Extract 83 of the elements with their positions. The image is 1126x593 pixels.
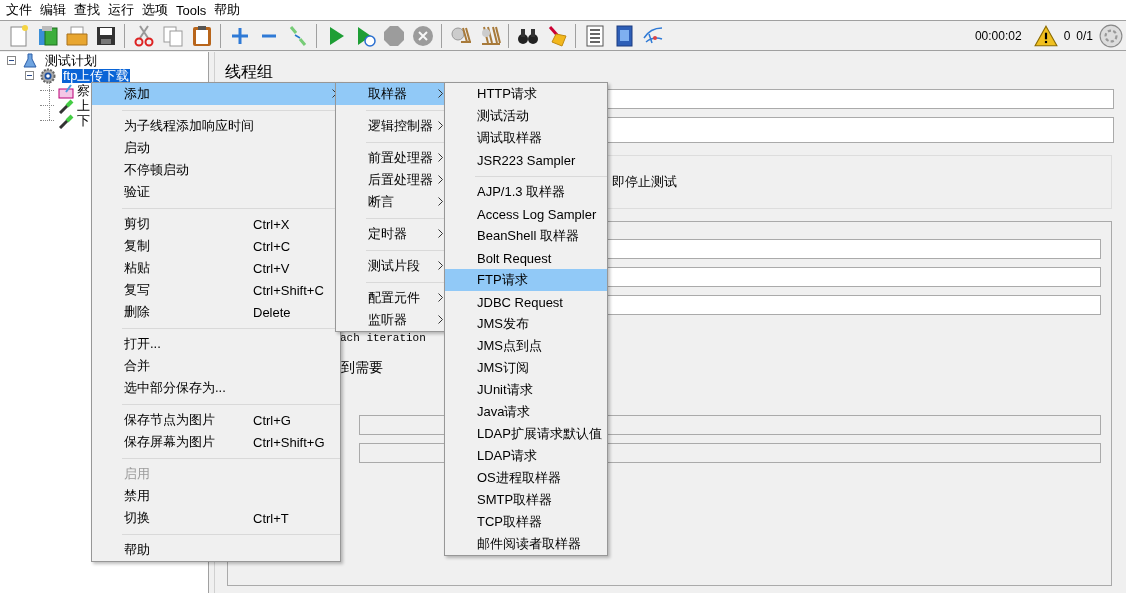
menu-item[interactable]: 测试活动 bbox=[445, 105, 607, 127]
tree-item[interactable]: 下 bbox=[76, 113, 91, 128]
menu-item[interactable]: SMTP取样器 bbox=[445, 489, 607, 511]
menu-item[interactable]: 配置元件 bbox=[336, 287, 446, 309]
menu-item[interactable]: JSR223 Sampler bbox=[445, 149, 607, 171]
shortcut-label: Ctrl+V bbox=[253, 260, 290, 276]
menu-item[interactable]: OS进程取样器 bbox=[445, 467, 607, 489]
delay-label: 到需要 bbox=[341, 358, 383, 376]
elapsed-time: 00:00:02 bbox=[974, 28, 1022, 43]
menu-item[interactable]: 禁用 bbox=[92, 485, 340, 507]
gear-icon bbox=[40, 67, 56, 84]
menu-item[interactable]: 帮助 bbox=[210, 1, 245, 19]
menu-item[interactable]: LDAP扩展请求默认值 bbox=[445, 423, 607, 445]
shortcut-label: Ctrl+X bbox=[253, 216, 290, 232]
flask-icon bbox=[22, 52, 38, 69]
menu-item[interactable]: 帮助 bbox=[92, 539, 340, 561]
menu-item[interactable]: 邮件阅读者取样器 bbox=[445, 533, 607, 555]
warning-icon bbox=[1033, 23, 1058, 48]
menu-item[interactable]: 打开... bbox=[92, 333, 340, 355]
panel-title: 线程组 bbox=[225, 62, 274, 82]
collapse-icon[interactable] bbox=[24, 71, 34, 80]
chevron-icon bbox=[438, 315, 443, 324]
menu-item[interactable]: JDBC Request bbox=[445, 291, 607, 313]
menu-item[interactable]: 调试取样器 bbox=[445, 127, 607, 149]
menu-item[interactable]: JMS点到点 bbox=[445, 335, 607, 357]
shortcut-label: Ctrl+C bbox=[253, 238, 291, 254]
menu-item[interactable]: 查找 bbox=[70, 1, 104, 19]
tree-item[interactable]: ftp上传下载 bbox=[62, 68, 131, 83]
chart-icon bbox=[58, 82, 74, 99]
menu-item[interactable]: 逻辑控制器 bbox=[336, 115, 446, 137]
menu-item[interactable]: 测试片段 bbox=[336, 255, 446, 277]
menu-item[interactable]: 监听器 bbox=[336, 309, 446, 331]
menu-item[interactable]: LDAP请求 bbox=[445, 445, 607, 467]
menu-item[interactable]: 定时器 bbox=[336, 223, 446, 245]
warning-count: 0 bbox=[1063, 28, 1071, 43]
menu-item[interactable]: 运行 bbox=[104, 1, 138, 19]
loop-label: ach iteration bbox=[340, 332, 427, 344]
menu-item[interactable]: JMS订阅 bbox=[445, 357, 607, 379]
menu-item[interactable]: 保存节点为图片 Ctrl+G bbox=[92, 409, 340, 431]
menu-item[interactable]: 编辑 bbox=[36, 1, 70, 19]
menu-item[interactable]: Bolt Request bbox=[445, 247, 607, 269]
tree-item[interactable]: 测试计划 bbox=[44, 53, 98, 68]
chevron-icon bbox=[438, 229, 443, 238]
pipette-icon bbox=[58, 97, 74, 114]
menu-item[interactable]: 切换 Ctrl+T bbox=[92, 507, 340, 529]
chevron-icon bbox=[438, 293, 443, 302]
shortcut-label: Ctrl+Shift+C bbox=[253, 282, 324, 298]
pipette-icon bbox=[58, 112, 74, 129]
shortcut-label: Delete bbox=[253, 304, 291, 320]
tree-item[interactable]: 察 bbox=[76, 83, 91, 98]
shortcut-label: Ctrl+G bbox=[253, 412, 291, 428]
chevron-icon bbox=[438, 153, 443, 162]
shortcut-label: Ctrl+Shift+G bbox=[253, 434, 325, 450]
menu-item[interactable]: 取样器 bbox=[336, 83, 446, 105]
menu-item[interactable]: BeanShell 取样器 bbox=[445, 225, 607, 247]
option-label: 即停止测试 bbox=[612, 173, 677, 191]
menu-item[interactable]: 文件 bbox=[2, 1, 36, 19]
menu-item[interactable]: TCP取样器 bbox=[445, 511, 607, 533]
menu-item[interactable]: Access Log Sampler bbox=[445, 203, 607, 225]
chevron-icon bbox=[438, 175, 443, 184]
menu-item[interactable]: Tools bbox=[172, 2, 211, 18]
collapse-icon[interactable] bbox=[6, 56, 16, 65]
chevron-icon bbox=[438, 121, 443, 130]
menu-item[interactable]: JUnit请求 bbox=[445, 379, 607, 401]
chevron-icon bbox=[438, 261, 443, 270]
chevron-icon bbox=[438, 89, 443, 98]
thread-count: 0/1 bbox=[1076, 28, 1093, 43]
menu-item[interactable]: 选项 bbox=[138, 1, 172, 19]
shortcut-label: Ctrl+T bbox=[253, 510, 289, 526]
menu-item[interactable]: 选中部分保存为... bbox=[92, 377, 340, 399]
menu-item[interactable]: Java请求 bbox=[445, 401, 607, 423]
menu-item[interactable]: AJP/1.3 取样器 bbox=[445, 181, 607, 203]
tree-item[interactable]: 上 bbox=[76, 98, 91, 113]
menu-item[interactable]: 断言 bbox=[336, 191, 446, 213]
menu-item[interactable]: HTTP请求 bbox=[445, 83, 607, 105]
menu-item[interactable]: 前置处理器 bbox=[336, 147, 446, 169]
chevron-icon bbox=[438, 197, 443, 206]
menu-item[interactable]: 合并 bbox=[92, 355, 340, 377]
status-icon bbox=[1099, 23, 1123, 48]
menu-item[interactable]: JMS发布 bbox=[445, 313, 607, 335]
menu-item[interactable]: 后置处理器 bbox=[336, 169, 446, 191]
menu-item[interactable]: FTP请求 bbox=[445, 269, 607, 291]
menu-item[interactable]: 保存屏幕为图片 Ctrl+Shift+G bbox=[92, 431, 340, 453]
